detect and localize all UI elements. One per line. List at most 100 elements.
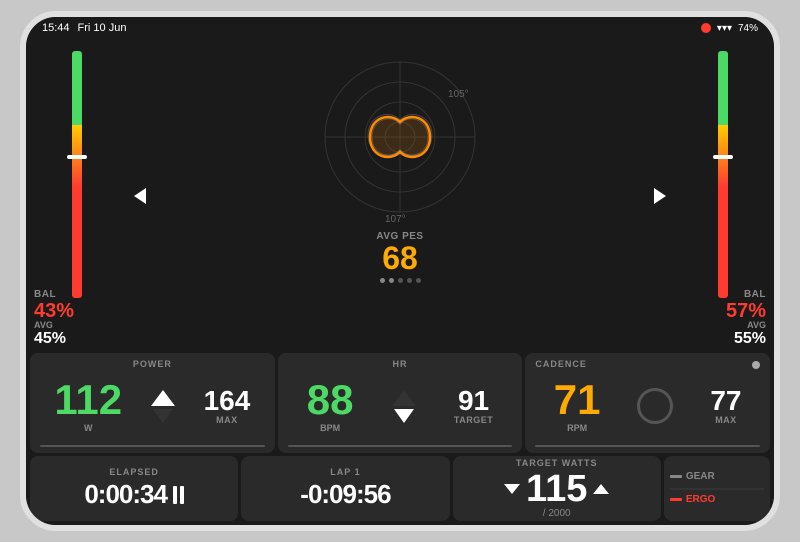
target-decrease-button[interactable] (504, 484, 520, 494)
main-content: BAL 43% AVG 45% (26, 39, 774, 525)
power-up-arrow (151, 390, 175, 406)
ergo-label: ERGO (686, 494, 715, 505)
hr-secondary-group: 91 TARGET (454, 387, 493, 425)
target-increase-button[interactable] (593, 484, 609, 494)
elapsed-value: 0:00:34 (84, 479, 167, 510)
elapsed-card: ELAPSED 0:00:34 (30, 456, 238, 521)
cadence-main-value: 71 (554, 379, 601, 421)
target-sub: / 2000 (463, 508, 651, 519)
bottom-row: ELAPSED 0:00:34 LAP 1 -0:09:56 TARGET WA… (26, 453, 774, 525)
center-radar: 107° 105° AVG PES 68 (146, 39, 654, 353)
hr-main-group: 88 BPM (307, 379, 354, 433)
avg-pes-value: 68 (376, 242, 423, 274)
ergo-dash-icon (670, 498, 682, 501)
power-down-arrow (153, 409, 173, 423)
ergo-item: ERGO (670, 494, 764, 505)
status-bar: 15:44 Fri 10 Jun ▾▾▾ 74% (26, 17, 774, 39)
cadence-title: CADENCE (535, 359, 587, 369)
lap-card: LAP 1 -0:09:56 (241, 456, 449, 521)
lap-title: LAP 1 (251, 467, 439, 477)
device-frame: 15:44 Fri 10 Jun ▾▾▾ 74% BAL 43% (20, 11, 780, 531)
pause-bar-2 (180, 486, 184, 504)
gear-card: GEAR ERGO (664, 456, 770, 521)
hr-target-value: 91 (454, 387, 493, 415)
cadence-unit: RPM (554, 423, 601, 433)
cadence-sub-bar (535, 445, 760, 447)
radar-svg: 107° 105° (300, 47, 500, 227)
page-dots (380, 278, 421, 283)
power-values: 112 W 164 MAX (40, 371, 265, 441)
dot-4[interactable] (407, 278, 412, 283)
dot-1[interactable] (380, 278, 385, 283)
left-bal-label: BAL (34, 289, 74, 300)
hr-down-arrow (394, 409, 414, 423)
hr-sub-bar (288, 445, 513, 447)
left-power-bar (72, 51, 82, 298)
avg-pes-section: AVG PES 68 (376, 231, 423, 274)
power-main-value: 112 (54, 379, 122, 421)
power-max-label: MAX (204, 415, 251, 425)
cadence-secondary-group: 77 MAX (710, 387, 741, 425)
hr-values: 88 BPM 91 TARGET (288, 371, 513, 441)
target-row: 115 (463, 470, 651, 508)
gear-divider (670, 488, 764, 490)
gear-item: GEAR (670, 471, 764, 482)
left-avg-info: AVG 45% (34, 320, 66, 348)
hr-arrow-group (392, 390, 416, 423)
right-bal-label: BAL (726, 289, 766, 300)
power-secondary-group: 164 MAX (204, 387, 251, 425)
hr-unit: BPM (307, 423, 354, 433)
power-max-value: 164 (204, 387, 251, 415)
power-sub-bar (40, 445, 265, 447)
lap-value: -0:09:56 (251, 479, 439, 510)
left-panel: BAL 43% AVG 45% (26, 39, 146, 353)
cadence-circle-icon (637, 388, 673, 424)
right-avg-info: AVG 55% (734, 320, 766, 348)
hr-title: HR (288, 359, 513, 369)
wifi-icon: ▾▾▾ (717, 23, 732, 34)
dot-5[interactable] (416, 278, 421, 283)
right-avg-label: AVG (734, 320, 766, 330)
hr-main-value: 88 (307, 379, 354, 421)
hr-target-label: TARGET (454, 415, 493, 425)
right-avg-value: 55% (734, 330, 766, 348)
gear-label: GEAR (686, 471, 715, 482)
status-time: 15:44 (42, 22, 70, 34)
record-indicator (701, 23, 711, 33)
left-arrow-icon (134, 188, 146, 204)
dot-3[interactable] (398, 278, 403, 283)
radar-display: 107° 105° (300, 47, 500, 227)
right-bar-indicator (713, 155, 733, 159)
elapsed-title: ELAPSED (40, 467, 228, 477)
cadence-card: CADENCE 71 RPM 77 MAX (525, 353, 770, 453)
cadence-max-value: 77 (710, 387, 741, 415)
left-bar-indicator (67, 155, 87, 159)
left-avg-label: AVG (34, 320, 66, 330)
cadence-header: CADENCE (535, 359, 760, 371)
power-card: POWER 112 W 164 MAX (30, 353, 275, 453)
left-bar-container (72, 51, 82, 298)
elapsed-display: 0:00:34 (40, 479, 228, 510)
top-section: BAL 43% AVG 45% (26, 39, 774, 353)
dot-2[interactable] (389, 278, 394, 283)
cadence-dot-indicator (752, 361, 760, 369)
power-title: POWER (40, 359, 265, 369)
right-power-bar (718, 51, 728, 298)
pause-bar-1 (173, 486, 177, 504)
target-card: TARGET WATTS 115 / 2000 (453, 456, 661, 521)
status-date: Fri 10 Jun (78, 22, 127, 34)
hr-up-arrow (392, 390, 416, 406)
right-bal-info: BAL 57% (726, 289, 766, 323)
metrics-row: POWER 112 W 164 MAX (26, 353, 774, 453)
battery-icon: 74% (738, 23, 758, 34)
cadence-max-label: MAX (710, 415, 741, 425)
hr-card: HR 88 BPM 91 TARGET (278, 353, 523, 453)
target-title: TARGET WATTS (463, 458, 651, 468)
gear-dash-icon (670, 475, 682, 478)
target-value: 115 (526, 470, 587, 508)
right-panel: BAL 57% AVG 55% (654, 39, 774, 353)
power-unit: W (54, 423, 122, 433)
pause-icon[interactable] (173, 486, 184, 504)
power-arrow-group (151, 390, 175, 423)
right-bar-container (718, 51, 728, 298)
